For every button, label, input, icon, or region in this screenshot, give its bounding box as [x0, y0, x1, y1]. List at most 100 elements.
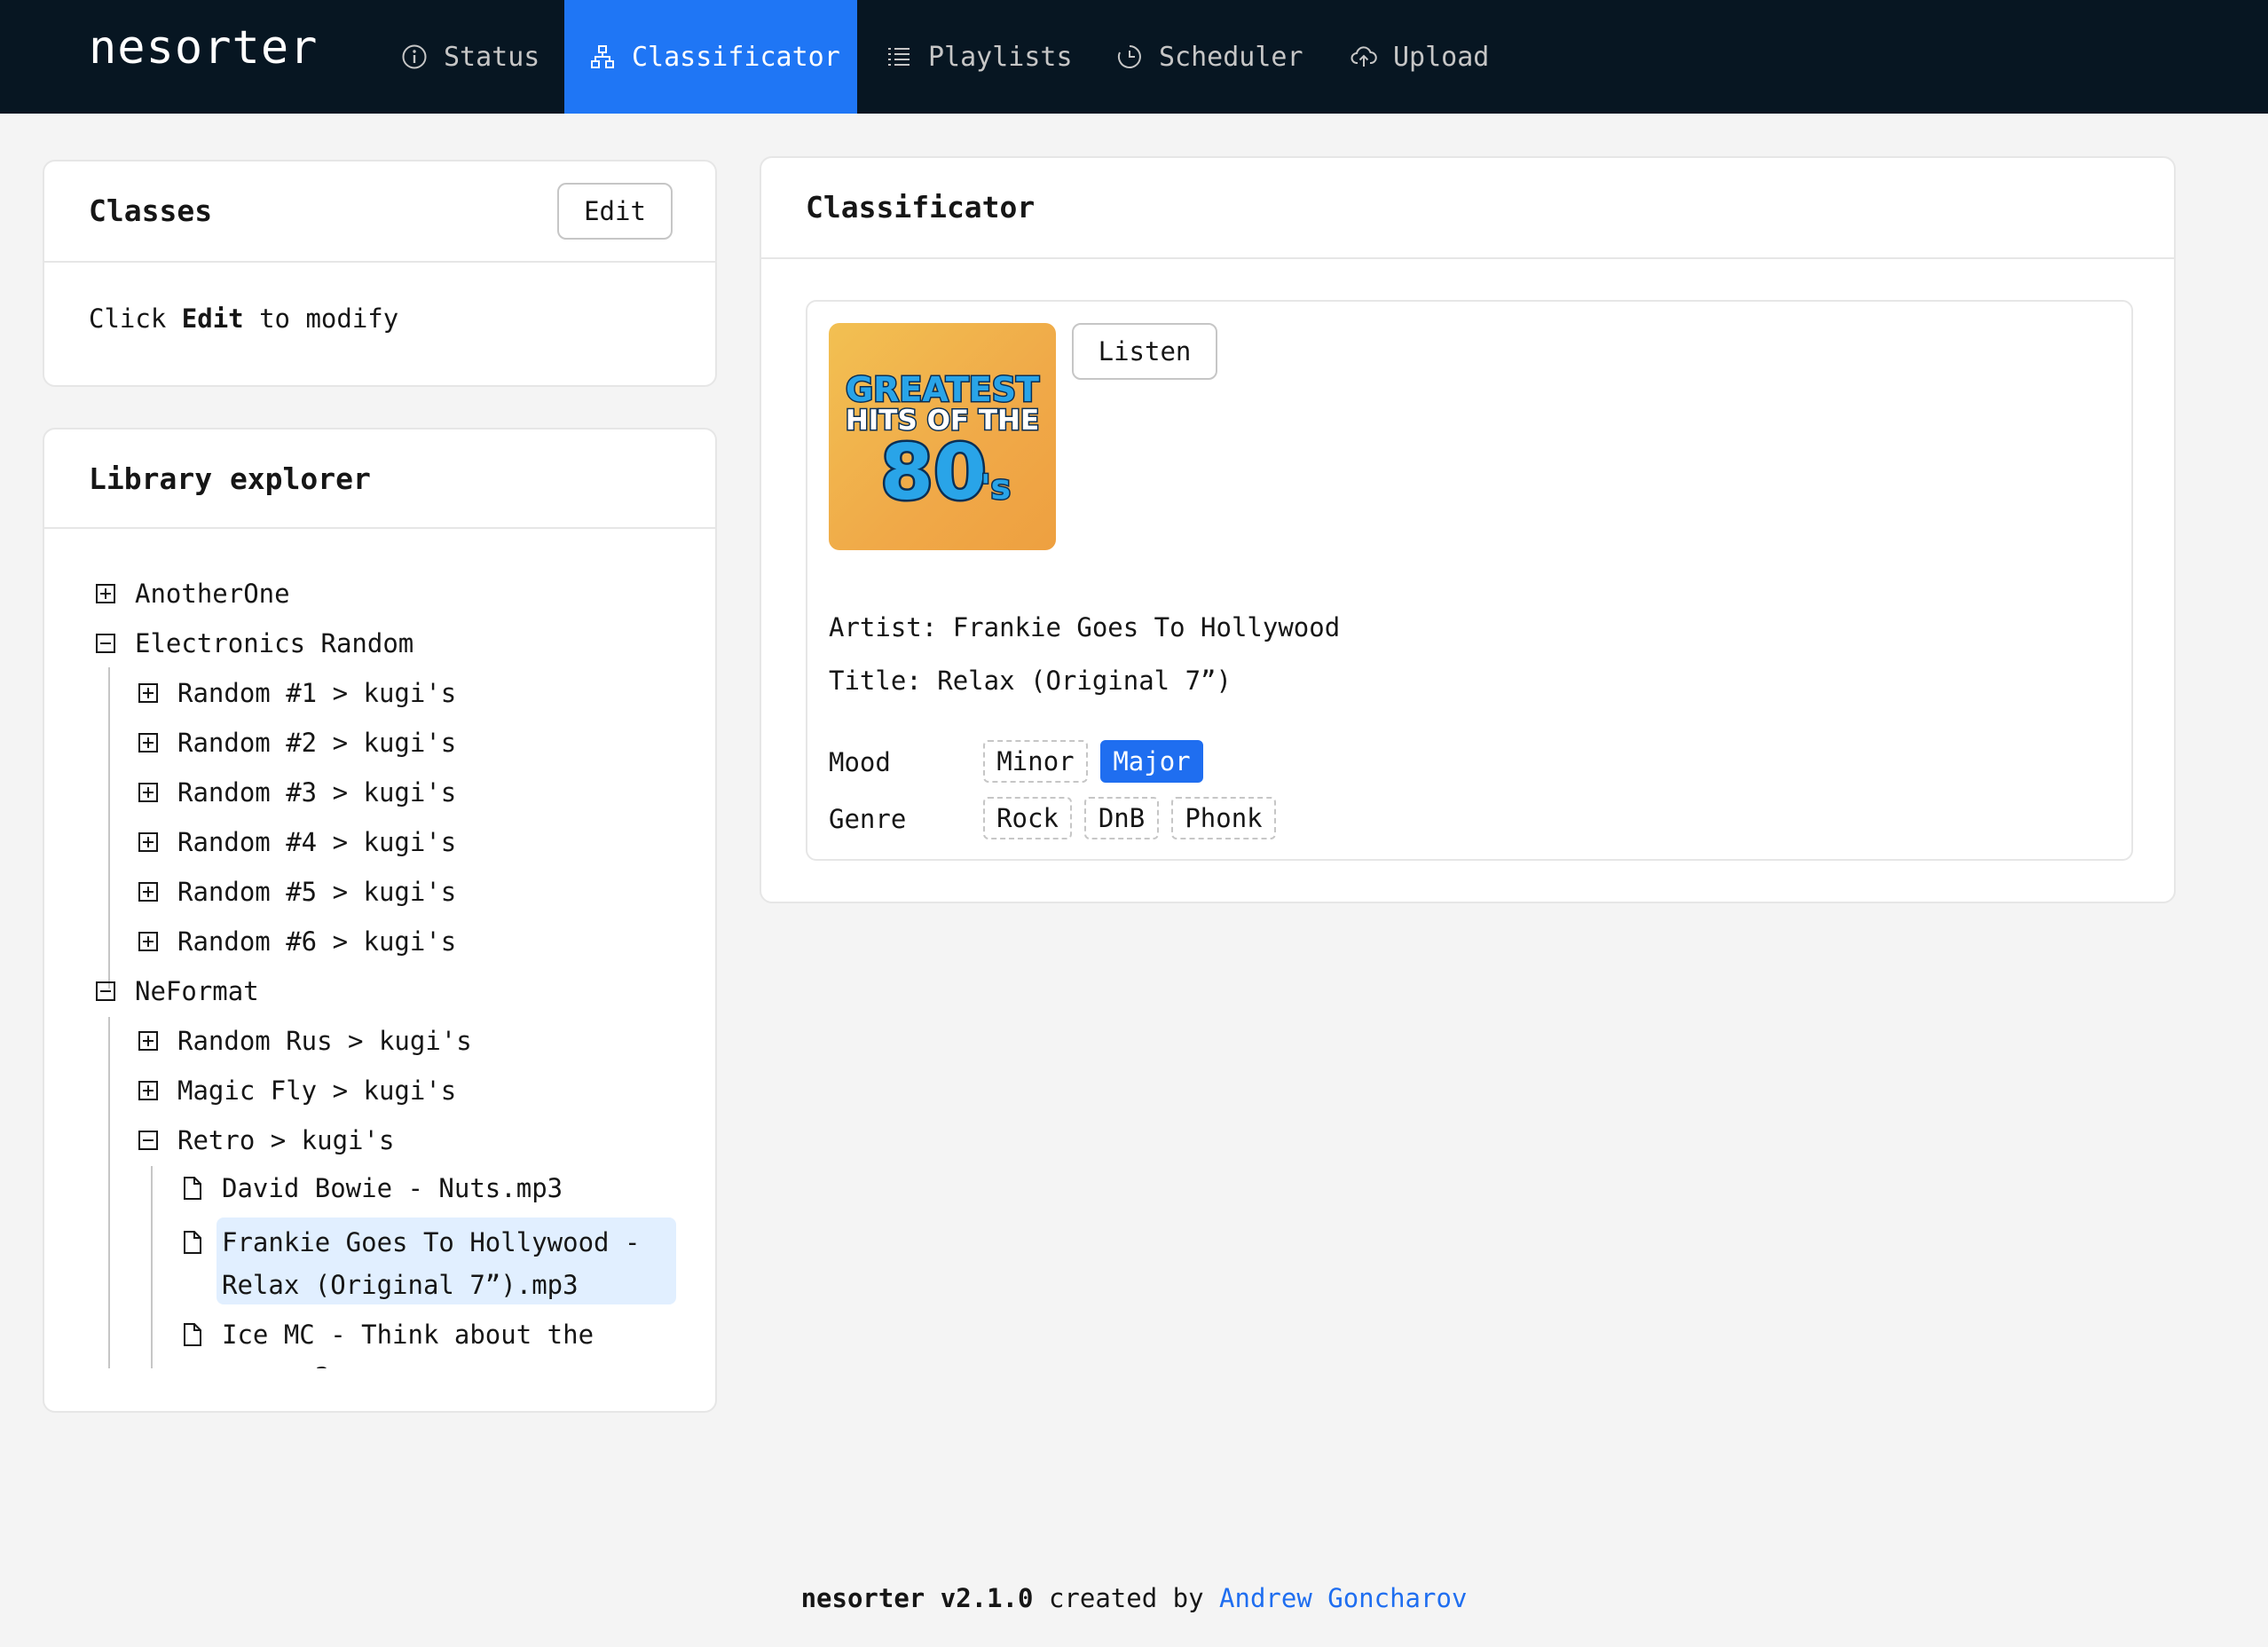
- cloud-upload-icon: [1351, 43, 1377, 70]
- tree-item-label: Random Rus > kugi's: [177, 1026, 472, 1056]
- tree-folder-row[interactable]: Random #6 > kugi's: [138, 926, 456, 957]
- tree-file-row[interactable]: David Bowie - Nuts.mp3: [183, 1173, 563, 1203]
- cover-line4: 's: [980, 468, 1011, 507]
- cover-line3: 80: [880, 429, 987, 517]
- footer-created-by: created by: [1048, 1583, 1204, 1613]
- tree-guide-electronics: [108, 667, 110, 989]
- footer: nesorter v2.1.0 created by Andrew Goncha…: [0, 1583, 2268, 1613]
- title-label: Title:: [829, 666, 922, 696]
- collapse-minus-icon[interactable]: [96, 981, 115, 1001]
- edit-classes-button[interactable]: Edit: [557, 183, 673, 240]
- expand-plus-icon[interactable]: [138, 882, 158, 902]
- classes-hint: Click Edit to modify: [89, 303, 398, 334]
- tree-file-row[interactable]: Ice MC - Think about the way.mp3: [183, 1313, 662, 1368]
- nav-scheduler[interactable]: Scheduler: [1088, 0, 1332, 114]
- tree-folder-row[interactable]: Magic Fly > kugi's: [138, 1076, 456, 1106]
- expand-plus-icon[interactable]: [138, 733, 158, 753]
- genre-label: Genre: [829, 804, 907, 834]
- artist-value: Frankie Goes To Hollywood: [952, 612, 1341, 642]
- classes-divider: [44, 261, 715, 263]
- tree-file-row-selected[interactable]: Frankie Goes To Hollywood - Relax (Origi…: [183, 1221, 662, 1306]
- tree-folder-row[interactable]: Random Rus > kugi's: [138, 1026, 472, 1056]
- nav-classificator[interactable]: Classificator: [564, 0, 857, 114]
- title-value: Relax (Original 7”): [937, 666, 1232, 696]
- hint-prefix: Click: [89, 303, 167, 334]
- tree-item-label: Random #2 > kugi's: [177, 728, 457, 758]
- tree-item-label: Random #5 > kugi's: [177, 877, 457, 907]
- expand-plus-icon[interactable]: [138, 783, 158, 802]
- mood-tag-minor[interactable]: Minor: [983, 740, 1088, 783]
- nav-upload[interactable]: Upload: [1322, 0, 1517, 114]
- tree-folder-row[interactable]: Random #3 > kugi's: [138, 777, 456, 808]
- collapse-minus-icon[interactable]: [138, 1131, 158, 1150]
- classificator-divider: [761, 257, 2174, 259]
- tree-item-label: Random #1 > kugi's: [177, 678, 457, 708]
- tree-folder-row[interactable]: Random #2 > kugi's: [138, 728, 456, 758]
- tree-folder-row[interactable]: Retro > kugi's: [138, 1125, 394, 1155]
- track-details-panel: GREATEST HITS OF THE 80 's Listen Artist…: [806, 300, 2133, 861]
- tree-item-label: Retro > kugi's: [177, 1125, 395, 1155]
- nav-upload-label: Upload: [1393, 41, 1490, 73]
- expand-plus-icon[interactable]: [138, 683, 158, 703]
- expand-plus-icon[interactable]: [138, 932, 158, 951]
- hint-suffix: to modify: [259, 303, 399, 334]
- expand-plus-icon[interactable]: [138, 1081, 158, 1100]
- expand-plus-icon[interactable]: [138, 1031, 158, 1051]
- mood-tag-major[interactable]: Major: [1100, 740, 1203, 783]
- list-icon: [886, 43, 912, 70]
- footer-version: nesorter v2.1.0: [800, 1583, 1034, 1613]
- album-cover-art: GREATEST HITS OF THE 80 's: [829, 323, 1056, 550]
- top-navbar: nesorter Status Classificator Playlists …: [0, 0, 2268, 114]
- file-icon: [183, 1176, 202, 1201]
- genre-tag-dnb[interactable]: DnB: [1084, 797, 1159, 839]
- file-icon: [183, 1322, 202, 1347]
- tree-item-label: Random #6 > kugi's: [177, 926, 457, 957]
- nav-status[interactable]: Status: [373, 0, 568, 114]
- nav-status-label: Status: [444, 41, 540, 73]
- tree-guide-neformat: [108, 1017, 110, 1368]
- tree-item-label: Frankie Goes To Hollywood - Relax (Origi…: [222, 1227, 641, 1300]
- artist-label: Artist:: [829, 612, 938, 642]
- library-tree: AnotherOne Electronics Random Random #1 …: [44, 529, 715, 1368]
- collapse-minus-icon[interactable]: [96, 634, 115, 653]
- title-line: Title: Relax (Original 7”): [829, 666, 1232, 696]
- tree-guide-retro: [151, 1166, 153, 1368]
- genre-tag-phonk[interactable]: Phonk: [1171, 797, 1276, 839]
- library-title: Library explorer: [89, 461, 371, 496]
- tree-folder-row[interactable]: NeFormat: [96, 976, 259, 1006]
- info-icon: [401, 43, 428, 70]
- classificator-card: Classificator GREATEST HITS OF THE 80 's…: [760, 156, 2176, 903]
- hint-bold: Edit: [181, 303, 244, 334]
- nav-scheduler-label: Scheduler: [1159, 41, 1303, 73]
- nav-playlists-label: Playlists: [928, 41, 1073, 73]
- mood-label: Mood: [829, 747, 891, 777]
- clock-icon: [1116, 43, 1143, 70]
- expand-plus-icon[interactable]: [138, 832, 158, 852]
- tree-item-label: Random #4 > kugi's: [177, 827, 457, 857]
- cover-line1: GREATEST: [846, 370, 1039, 409]
- library-explorer-card: Library explorer AnotherOne Electronics …: [43, 428, 717, 1413]
- classes-title: Classes: [89, 193, 213, 228]
- tree-item-label: AnotherOne: [135, 579, 290, 609]
- file-icon: [183, 1230, 202, 1255]
- classes-card: Classes Edit Click Edit to modify: [43, 160, 717, 387]
- expand-plus-icon[interactable]: [96, 584, 115, 603]
- listen-button[interactable]: Listen: [1072, 323, 1217, 380]
- footer-author-link[interactable]: Andrew Goncharov: [1219, 1583, 1467, 1613]
- nav-playlists[interactable]: Playlists: [857, 0, 1101, 114]
- tree-item-label: NeFormat: [135, 976, 259, 1006]
- tree-folder-row[interactable]: Random #5 > kugi's: [138, 877, 456, 907]
- cover-art-graphic: GREATEST HITS OF THE 80 's: [844, 369, 1040, 520]
- tree-folder-row[interactable]: Random #4 > kugi's: [138, 827, 456, 857]
- tree-folder-row[interactable]: Random #1 > kugi's: [138, 678, 456, 708]
- genre-tag-rock[interactable]: Rock: [983, 797, 1072, 839]
- classificator-title: Classificator: [806, 190, 1036, 225]
- tree-folder-row[interactable]: Electronics Random: [96, 628, 413, 658]
- tree-item-label: Random #3 > kugi's: [177, 777, 457, 808]
- tree-item-label: Magic Fly > kugi's: [177, 1076, 457, 1106]
- tree-item-label: David Bowie - Nuts.mp3: [222, 1173, 563, 1203]
- tree-item-label: Electronics Random: [135, 628, 414, 658]
- tree-folder-row[interactable]: AnotherOne: [96, 579, 290, 609]
- hierarchy-icon: [589, 43, 616, 70]
- brand-logo-text[interactable]: nesorter: [89, 21, 318, 75]
